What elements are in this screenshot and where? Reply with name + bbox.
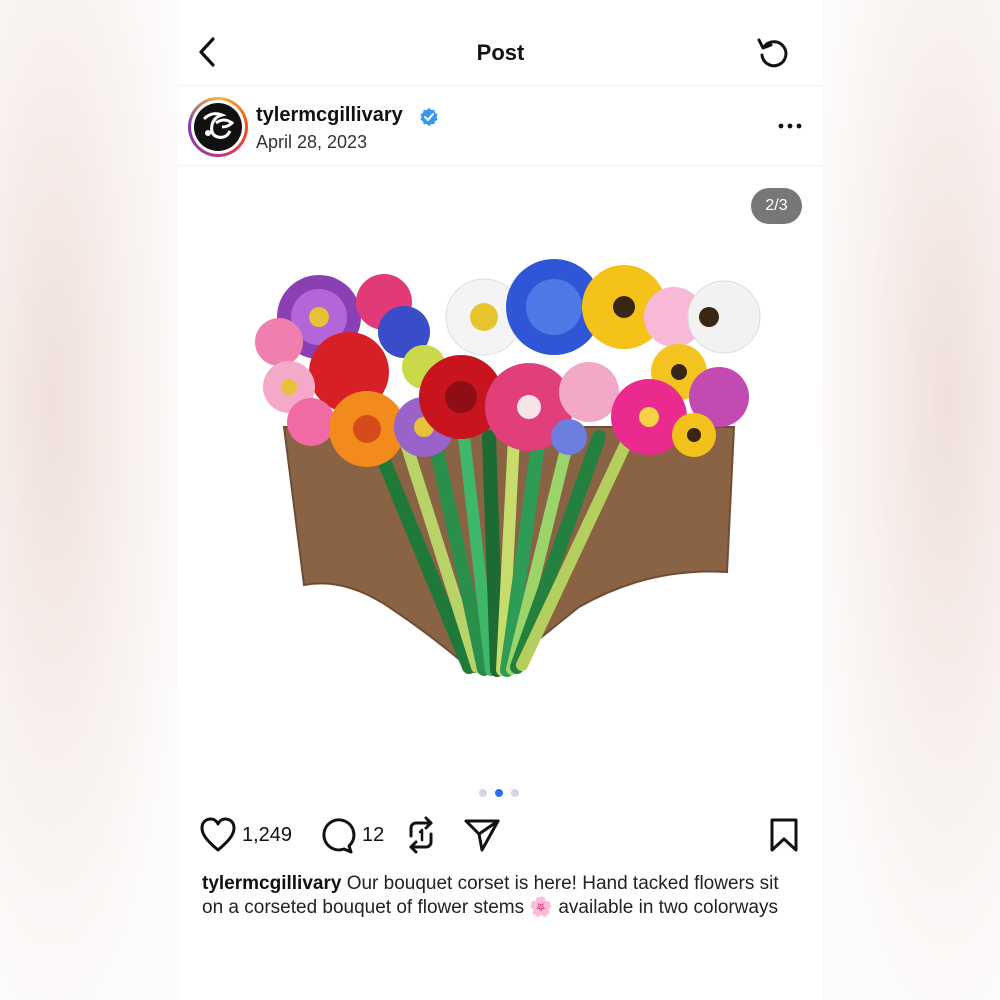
action-bar: 1,249 12: [179, 812, 822, 862]
more-horizontal-icon: [778, 123, 802, 129]
post-screen: Post tylermcgillivary April 28, 2023 2/3…: [179, 0, 822, 1000]
carousel-indicator: [479, 789, 529, 799]
like-count[interactable]: 1,249: [242, 824, 292, 847]
caption-username[interactable]: tylermcgillivary: [202, 873, 341, 894]
carousel-dot: [511, 789, 519, 797]
post-caption: tylermcgillivary Our bouquet corset is h…: [202, 872, 792, 920]
avatar[interactable]: [188, 97, 248, 157]
repost-button[interactable]: [403, 812, 439, 858]
bookmark-icon: [770, 818, 798, 852]
verified-badge-icon: [420, 108, 438, 126]
username[interactable]: tylermcgillivary: [256, 104, 403, 127]
like-button[interactable]: [198, 812, 238, 858]
bouquet-corset-image: [255, 259, 761, 677]
carousel-dot-active: [495, 789, 503, 797]
background-left: [0, 0, 180, 1000]
logo-icon: [194, 103, 242, 151]
comment-count[interactable]: 12: [362, 824, 384, 847]
page-title: Post: [476, 40, 525, 65]
background-right: [820, 0, 1000, 1000]
post-image[interactable]: 2/3: [179, 167, 822, 807]
refresh-button[interactable]: [755, 34, 793, 70]
refresh-icon: [757, 38, 788, 68]
heart-icon: [200, 817, 236, 852]
comment-button[interactable]: [316, 812, 356, 858]
send-icon: [464, 819, 500, 852]
post-date: April 28, 2023: [256, 132, 368, 152]
post-header: tylermcgillivary April 28, 2023: [179, 88, 822, 166]
carousel-dot: [479, 789, 487, 797]
more-options-button[interactable]: [775, 116, 805, 136]
share-button[interactable]: [462, 812, 502, 858]
top-bar: Post: [179, 0, 822, 86]
comment-icon: [322, 818, 356, 854]
image-counter: 2/3: [751, 188, 802, 224]
save-button[interactable]: [767, 812, 801, 858]
repost-icon: [409, 816, 433, 854]
